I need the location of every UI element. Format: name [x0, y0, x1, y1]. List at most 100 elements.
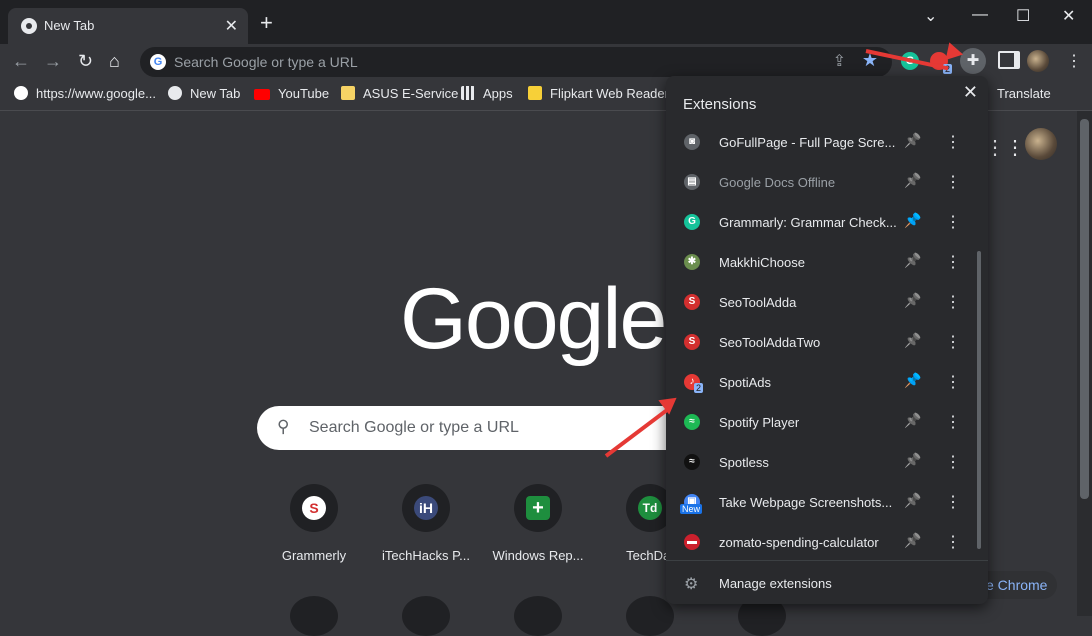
extension-row[interactable]: ♪ SpotiAds 📌 ⋮: [666, 362, 988, 402]
minimize-button[interactable]: —: [972, 6, 988, 24]
more-options-icon[interactable]: ⋮: [945, 292, 961, 312]
side-panel-icon[interactable]: [998, 51, 1020, 69]
pin-icon[interactable]: 📌: [904, 332, 921, 349]
extension-row[interactable]: ≈ Spotify Player 📌 ⋮: [666, 402, 988, 442]
shortcut-circle: S: [290, 484, 338, 532]
google-icon: [14, 86, 28, 100]
divider: [666, 560, 988, 561]
pin-icon[interactable]: 📌: [904, 252, 921, 269]
close-tab-icon[interactable]: ✕: [225, 16, 238, 36]
shortcut-circle[interactable]: [402, 596, 450, 636]
scrollbar-thumb[interactable]: [1080, 119, 1089, 499]
spotiads-badge: 2: [694, 383, 704, 393]
manage-extensions-button[interactable]: ⚙ Manage extensions: [666, 566, 988, 602]
omnibox[interactable]: G Search Google or type a URL ⇪ ★: [140, 47, 892, 77]
tab-title: New Tab: [44, 18, 95, 33]
omnibox-placeholder: Search Google or type a URL: [174, 54, 358, 70]
bookmark-youtube[interactable]: YouTube: [254, 86, 329, 101]
extension-row[interactable]: S SeoToolAdda 📌 ⋮: [666, 282, 988, 322]
shortcut-label: Windows Rep...: [492, 548, 584, 563]
share-icon[interactable]: ⇪: [833, 51, 846, 71]
more-options-icon[interactable]: ⋮: [945, 252, 961, 272]
pin-icon[interactable]: 📌: [904, 372, 921, 389]
folder-icon: [341, 86, 355, 100]
extension-row[interactable]: ✱ MakkhiChoose 📌 ⋮: [666, 242, 988, 282]
chrome-icon: [21, 18, 37, 34]
shortcut-tile[interactable]: + Windows Rep...: [482, 484, 594, 563]
pin-icon[interactable]: 📌: [904, 532, 921, 549]
extension-row[interactable]: G Grammarly: Grammar Check... 📌 ⋮: [666, 202, 988, 242]
shortcut-circle: +: [514, 484, 562, 532]
extension-name: GoFullPage - Full Page Scre...: [719, 135, 896, 150]
tab-new-tab[interactable]: New Tab ✕: [8, 8, 248, 44]
new-tab-button[interactable]: +: [260, 12, 273, 34]
extension-row[interactable]: ▤ Google Docs Offline 📌 ⋮: [666, 162, 988, 202]
manage-extensions-label: Manage extensions: [719, 576, 832, 591]
page-scrollbar[interactable]: [1077, 111, 1092, 616]
pin-icon[interactable]: 📌: [904, 412, 921, 429]
google-icon: G: [150, 54, 166, 70]
extension-name: Take Webpage Screenshots...: [719, 495, 893, 510]
extension-row[interactable]: ▣ Take Webpage Screenshots... 📌 ⋮: [666, 482, 988, 522]
spotify-icon: ≈: [684, 414, 700, 430]
shortcut-tile[interactable]: S Grammerly: [258, 484, 370, 563]
close-icon[interactable]: ✕: [963, 82, 978, 103]
home-button[interactable]: ⌂: [109, 51, 120, 72]
pin-icon[interactable]: 📌: [904, 132, 921, 149]
account-avatar[interactable]: [1025, 128, 1057, 160]
shortcut-label: Grammerly: [281, 548, 347, 563]
menu-kebab-icon[interactable]: ⋮: [1066, 51, 1082, 71]
search-box[interactable]: ⚲ Search Google or type a URL: [257, 406, 697, 450]
more-options-icon[interactable]: ⋮: [945, 132, 961, 152]
bookmark-apps[interactable]: Apps: [461, 86, 513, 101]
pin-icon[interactable]: 📌: [904, 452, 921, 469]
close-window-button[interactable]: ✕: [1062, 6, 1075, 26]
globe-icon: [168, 86, 182, 100]
extension-name: SeoToolAddaTwo: [719, 335, 821, 350]
pin-icon[interactable]: 📌: [904, 212, 921, 229]
pin-icon[interactable]: 📌: [904, 492, 921, 509]
shortcut-circle[interactable]: [514, 596, 562, 636]
more-options-icon[interactable]: ⋮: [945, 332, 961, 352]
more-options-icon[interactable]: ⋮: [945, 212, 961, 232]
profile-avatar[interactable]: [1027, 50, 1049, 72]
shortcut-circle: iH: [402, 484, 450, 532]
search-icon: ⚲: [277, 417, 290, 436]
extension-row[interactable]: S SeoToolAddaTwo 📌 ⋮: [666, 322, 988, 362]
pin-icon[interactable]: 📌: [904, 292, 921, 309]
reload-button[interactable]: ↻: [78, 51, 93, 72]
more-options-icon[interactable]: ⋮: [945, 532, 961, 552]
zomato-icon: ▬: [684, 534, 700, 550]
more-options-icon[interactable]: ⋮: [945, 372, 961, 392]
search-placeholder: Search Google or type a URL: [309, 419, 519, 436]
docs-icon: ▤: [684, 174, 700, 190]
grammarly-icon: G: [684, 214, 700, 230]
extension-name: SeoToolAdda: [719, 295, 797, 310]
customize-chrome-button[interactable]: e Chrome: [984, 571, 1058, 599]
bookmark-google[interactable]: https://www.google...: [14, 86, 156, 101]
more-options-icon[interactable]: ⋮: [945, 412, 961, 432]
translate-bookmark[interactable]: Translate: [997, 86, 1051, 101]
extension-row[interactable]: ≈ Spotless 📌 ⋮: [666, 442, 988, 482]
back-button[interactable]: ←: [12, 51, 30, 72]
pin-icon[interactable]: 📌: [904, 172, 921, 189]
panel-scrollbar[interactable]: [977, 251, 981, 549]
bookmark-flipkart[interactable]: Flipkart Web Reader: [528, 86, 669, 101]
youtube-icon: [254, 89, 270, 100]
tab-search-icon[interactable]: ⌄: [924, 6, 937, 26]
extension-row[interactable]: ◙ GoFullPage - Full Page Scre... 📌 ⋮: [666, 122, 988, 162]
shortcut-circle[interactable]: [626, 596, 674, 636]
bookmark-asus[interactable]: ASUS E-Service: [341, 86, 458, 101]
bookmark-new-tab[interactable]: New Tab: [168, 86, 240, 101]
maximize-button[interactable]: ☐: [1016, 6, 1030, 26]
more-options-icon[interactable]: ⋮: [945, 172, 961, 192]
more-options-icon[interactable]: ⋮: [945, 452, 961, 472]
shortcut-circle[interactable]: [290, 596, 338, 636]
shortcut-label: iTechHacks P...: [382, 548, 470, 563]
extension-name: Grammarly: Grammar Check...: [719, 215, 897, 230]
forward-button[interactable]: →: [44, 51, 62, 72]
more-options-icon[interactable]: ⋮: [945, 492, 961, 512]
extension-row[interactable]: ▬ zomato-spending-calculator 📌 ⋮: [666, 522, 988, 562]
shortcut-tile[interactable]: iH iTechHacks P...: [370, 484, 482, 563]
extensions-puzzle-icon[interactable]: ✚: [960, 48, 986, 74]
